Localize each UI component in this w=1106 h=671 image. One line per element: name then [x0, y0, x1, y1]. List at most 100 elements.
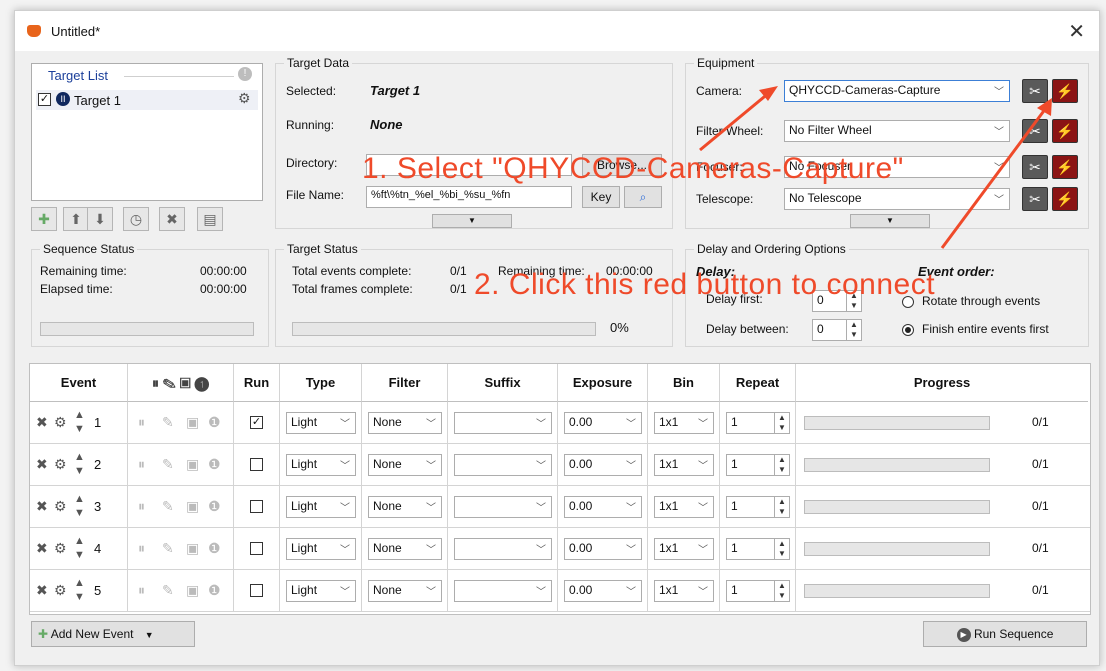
- repeat-spinner[interactable]: ▲ ▼: [774, 497, 789, 517]
- add-event-button[interactable]: ✚ Add New Event ▼: [31, 621, 195, 647]
- pause-icon[interactable]: ⏸: [138, 456, 145, 473]
- repeat-input[interactable]: 1 ▲ ▼: [726, 496, 790, 518]
- suffix-select[interactable]: ﹀: [454, 496, 552, 518]
- type-select[interactable]: Light ﹀: [286, 412, 356, 434]
- exposure-select[interactable]: 0.00 ﹀: [564, 412, 642, 434]
- repeat-input[interactable]: 1 ▲ ▼: [726, 454, 790, 476]
- info-icon[interactable]: ❶: [208, 582, 221, 599]
- suffix-select[interactable]: ﹀: [454, 580, 552, 602]
- run-checkbox[interactable]: [250, 584, 263, 597]
- expand-target-data-button[interactable]: ▼: [432, 214, 512, 228]
- add-target-icon[interactable]: ✚: [31, 207, 57, 231]
- camera-setup-icon[interactable]: ✂: [1022, 79, 1048, 103]
- edit-icon[interactable]: ✎: [162, 498, 174, 515]
- edit-icon[interactable]: ✎: [162, 414, 174, 431]
- repeat-spinner[interactable]: ▲ ▼: [774, 539, 789, 559]
- bin-select[interactable]: 1x1 ﹀: [654, 454, 714, 476]
- event-settings-icon[interactable]: ⚙: [54, 414, 67, 431]
- info-icon[interactable]: ❶: [208, 414, 221, 431]
- clock-icon[interactable]: ◷: [123, 207, 149, 231]
- camera-select[interactable]: QHYCCD-Cameras-Capture ﹀: [784, 80, 1010, 102]
- run-sequence-button[interactable]: ▶ Run Sequence: [923, 621, 1087, 647]
- type-select[interactable]: Light ﹀: [286, 538, 356, 560]
- info-icon[interactable]: ❶: [208, 456, 221, 473]
- script-icon[interactable]: ▣: [186, 582, 199, 599]
- repeat-spinner[interactable]: ▲ ▼: [774, 455, 789, 475]
- script-icon[interactable]: ▣: [186, 498, 199, 515]
- pause-icon[interactable]: ⏸: [138, 582, 145, 599]
- close-icon[interactable]: ✕: [1068, 19, 1085, 44]
- expand-equipment-button[interactable]: ▼: [850, 214, 930, 228]
- filter-select[interactable]: None ﹀: [368, 454, 442, 476]
- run-checkbox[interactable]: [250, 542, 263, 555]
- run-checkbox[interactable]: ✓: [250, 416, 263, 429]
- pause-icon[interactable]: ⏸: [138, 414, 145, 431]
- move-event-icon[interactable]: ▲ ▼: [74, 408, 85, 436]
- edit-icon[interactable]: ✎: [162, 540, 174, 557]
- search-icon[interactable]: ⌕: [624, 186, 662, 208]
- info-icon[interactable]: !: [238, 67, 252, 81]
- remove-event-icon[interactable]: ✖: [36, 498, 48, 515]
- move-down-icon[interactable]: ⬇: [87, 207, 113, 231]
- event-settings-icon[interactable]: ⚙: [54, 498, 67, 515]
- move-event-icon[interactable]: ▲ ▼: [74, 534, 85, 562]
- event-settings-icon[interactable]: ⚙: [54, 540, 67, 557]
- bin-select[interactable]: 1x1 ﹀: [654, 538, 714, 560]
- edit-icon[interactable]: ✎: [162, 582, 174, 599]
- move-up-icon[interactable]: ⬆: [63, 207, 89, 231]
- pause-icon[interactable]: ⏸: [138, 498, 145, 515]
- camera-connect-button[interactable]: ⚡: [1052, 79, 1078, 103]
- edit-icon[interactable]: ✎: [162, 456, 174, 473]
- suffix-select[interactable]: ﹀: [454, 454, 552, 476]
- run-checkbox[interactable]: [250, 500, 263, 513]
- telescope-select[interactable]: No Telescope ﹀: [784, 188, 1010, 210]
- finish-events-radio[interactable]: [902, 324, 914, 336]
- info-icon[interactable]: ❶: [208, 540, 221, 557]
- move-event-icon[interactable]: ▲ ▼: [74, 576, 85, 604]
- filter-wheel-select[interactable]: No Filter Wheel ﹀: [784, 120, 1010, 142]
- remove-event-icon[interactable]: ✖: [36, 540, 48, 557]
- focuser-setup-icon[interactable]: ✂: [1022, 155, 1048, 179]
- delay-between-spinner[interactable]: ▲ ▼: [846, 320, 861, 340]
- repeat-spinner[interactable]: ▲ ▼: [774, 413, 789, 433]
- move-event-icon[interactable]: ▲ ▼: [74, 450, 85, 478]
- telescope-connect-button[interactable]: ⚡: [1052, 187, 1078, 211]
- repeat-spinner[interactable]: ▲ ▼: [774, 581, 789, 601]
- remove-event-icon[interactable]: ✖: [36, 414, 48, 431]
- type-select[interactable]: Light ﹀: [286, 454, 356, 476]
- delete-icon[interactable]: ✖: [159, 207, 185, 231]
- telescope-setup-icon[interactable]: ✂: [1022, 187, 1048, 211]
- filename-input[interactable]: %ft\%tn_%el_%bi_%su_%fn: [366, 186, 572, 208]
- exposure-select[interactable]: 0.00 ﹀: [564, 580, 642, 602]
- suffix-select[interactable]: ﹀: [454, 412, 552, 434]
- type-select[interactable]: Light ﹀: [286, 496, 356, 518]
- move-event-icon[interactable]: ▲ ▼: [74, 492, 85, 520]
- repeat-input[interactable]: 1 ▲ ▼: [726, 538, 790, 560]
- script-icon[interactable]: ▤: [197, 207, 223, 231]
- bin-select[interactable]: 1x1 ﹀: [654, 580, 714, 602]
- filter-select[interactable]: None ﹀: [368, 496, 442, 518]
- remove-event-icon[interactable]: ✖: [36, 582, 48, 599]
- run-checkbox[interactable]: [250, 458, 263, 471]
- repeat-input[interactable]: 1 ▲ ▼: [726, 580, 790, 602]
- script-icon[interactable]: ▣: [186, 456, 199, 473]
- pause-icon[interactable]: ⏸: [138, 540, 145, 557]
- target-checkbox[interactable]: ✓: [38, 93, 51, 106]
- remove-event-icon[interactable]: ✖: [36, 456, 48, 473]
- exposure-select[interactable]: 0.00 ﹀: [564, 496, 642, 518]
- filter-connect-button[interactable]: ⚡: [1052, 119, 1078, 143]
- script-icon[interactable]: ▣: [186, 414, 199, 431]
- bin-select[interactable]: 1x1 ﹀: [654, 412, 714, 434]
- event-settings-icon[interactable]: ⚙: [54, 456, 67, 473]
- script-icon[interactable]: ▣: [186, 540, 199, 557]
- focuser-connect-button[interactable]: ⚡: [1052, 155, 1078, 179]
- bin-select[interactable]: 1x1 ﹀: [654, 496, 714, 518]
- delay-between-input[interactable]: 0 ▲ ▼: [812, 319, 862, 341]
- filter-select[interactable]: None ﹀: [368, 538, 442, 560]
- suffix-select[interactable]: ﹀: [454, 538, 552, 560]
- event-settings-icon[interactable]: ⚙: [54, 582, 67, 599]
- repeat-input[interactable]: 1 ▲ ▼: [726, 412, 790, 434]
- target-settings-icon[interactable]: ⚙: [238, 90, 251, 107]
- filter-select[interactable]: None ﹀: [368, 580, 442, 602]
- exposure-select[interactable]: 0.00 ﹀: [564, 454, 642, 476]
